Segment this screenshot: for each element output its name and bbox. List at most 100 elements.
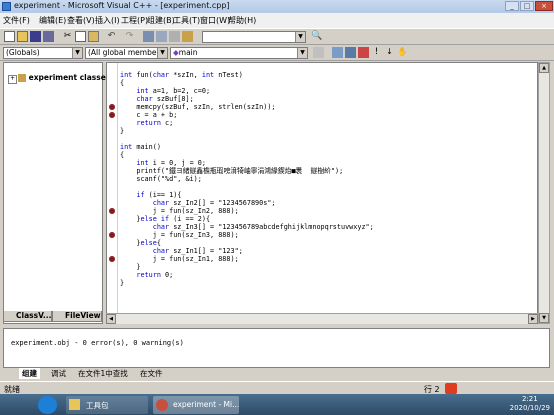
code-editor[interactable]: int fun(char *szIn, int nTest){ int a=1,… xyxy=(106,62,538,324)
breakpoint-icon[interactable] xyxy=(109,208,115,214)
code-token: j = fun(sz_In3, 888); xyxy=(120,231,239,239)
code-line[interactable]: return 0; xyxy=(120,271,173,279)
horizontal-scrollbar[interactable]: ◀ ▶ xyxy=(106,313,538,324)
stop-build-icon[interactable] xyxy=(358,47,369,58)
menu-project[interactable]: 工程(P) xyxy=(121,15,148,26)
scroll-left-icon[interactable]: ◀ xyxy=(106,314,116,324)
find-combo[interactable]: ▼ xyxy=(202,31,306,43)
code-line[interactable]: c = a + b; xyxy=(120,111,177,119)
standard-toolbar: ✂ ↶ ↷ ▼ 🔍 xyxy=(0,28,554,45)
redo-icon[interactable]: ↷ xyxy=(124,31,135,42)
go-icon[interactable]: ↓ xyxy=(384,47,395,58)
menu-edit[interactable]: 编辑(E) xyxy=(39,15,66,26)
system-clock[interactable]: 2:21 2020/10/29 xyxy=(510,395,550,413)
code-line[interactable]: char szBuf[8]; xyxy=(120,95,193,103)
expand-icon[interactable]: + xyxy=(8,75,17,84)
chevron-down-icon[interactable]: ▼ xyxy=(297,48,307,58)
build-icon[interactable] xyxy=(345,47,356,58)
breakpoint-icon[interactable] xyxy=(109,232,115,238)
ie-icon[interactable] xyxy=(38,396,57,414)
output-panel[interactable]: experiment.obj - 0 error(s), 0 warning(s… xyxy=(3,328,550,368)
minimize-button[interactable]: _ xyxy=(505,1,519,11)
code-line[interactable]: if (i== 1){ xyxy=(120,191,181,199)
vertical-scrollbar[interactable]: ▲ ▼ xyxy=(538,62,550,324)
tree-root[interactable]: experiment classes xyxy=(18,73,110,82)
tab-debug[interactable]: 调试 xyxy=(51,368,66,379)
code-line[interactable]: int i = 0, j = 0; xyxy=(120,159,206,167)
scroll-up-icon[interactable]: ▲ xyxy=(539,63,549,73)
output-window-icon[interactable] xyxy=(156,31,167,42)
chevron-down-icon[interactable]: ▼ xyxy=(72,48,82,58)
menu-view[interactable]: 查看(V) xyxy=(67,15,95,26)
code-line[interactable]: j = fun(sz_In2, 888); xyxy=(120,207,239,215)
members-combo[interactable]: (All global members ▼ xyxy=(85,47,168,59)
code-line[interactable]: return c; xyxy=(120,119,173,127)
menu-help[interactable]: 帮助(H) xyxy=(228,15,256,26)
code-line[interactable]: memcpy(szBuf, szIn, strlen(szIn)); xyxy=(120,103,275,111)
class-combo[interactable]: (Globals) ▼ xyxy=(3,47,83,59)
tab-build[interactable]: 组建 xyxy=(19,368,40,379)
code-line[interactable]: printf("鐵ヨ緒鐩鑫檐瓶瑕嗙湇犄岫寧涓鴻緣鍥炲■褁 鐩樹紒"); xyxy=(120,167,343,175)
open-folder-icon[interactable] xyxy=(17,31,28,42)
menu-tools[interactable]: 工具(T) xyxy=(173,15,200,26)
save-icon[interactable] xyxy=(30,31,41,42)
code-line[interactable]: { xyxy=(120,79,124,87)
code-line[interactable]: } xyxy=(120,127,124,135)
code-line[interactable]: } xyxy=(120,263,140,271)
code-line[interactable]: char sz_In3[] = "123456789abcdefghijklmn… xyxy=(120,223,374,231)
ime-icon[interactable] xyxy=(445,383,457,394)
scroll-right-icon[interactable]: ▶ xyxy=(528,314,538,324)
find-icon[interactable]: 🔍 xyxy=(311,31,322,42)
execute-icon[interactable]: ! xyxy=(371,47,382,58)
breakpoint-icon[interactable] xyxy=(109,112,115,118)
code-line[interactable]: int main() xyxy=(120,143,161,151)
menu-file[interactable]: 文件(F) xyxy=(3,15,30,26)
paste-icon[interactable] xyxy=(88,31,99,42)
cut-icon[interactable]: ✂ xyxy=(62,31,73,42)
wizard-action-icon[interactable] xyxy=(313,47,324,58)
workspace-icon[interactable] xyxy=(143,31,154,42)
code-line[interactable]: scanf("%d", &i); xyxy=(120,175,201,183)
taskbar-item-experiment[interactable]: experiment - Mi... xyxy=(153,396,239,414)
breakpoint-icon[interactable] xyxy=(109,104,115,110)
function-combo[interactable]: ◆main ▼ xyxy=(170,47,308,59)
code-line[interactable]: }else if (i == 2){ xyxy=(120,215,210,223)
keyword-token: int xyxy=(120,71,133,79)
title-bar[interactable]: experiment - Microsoft Visual C++ - [exp… xyxy=(0,0,554,13)
code-token: nTest) xyxy=(214,71,243,79)
find-in-files-icon[interactable] xyxy=(182,31,193,42)
menu-build[interactable]: 组建(B) xyxy=(147,15,175,26)
code-line[interactable]: }else{ xyxy=(120,239,161,247)
copy-icon[interactable] xyxy=(75,31,86,42)
new-file-icon[interactable] xyxy=(4,31,15,42)
code-line[interactable]: j = fun(sz_In1, 888); xyxy=(120,255,239,263)
code-line[interactable]: int fun(char *szIn, int nTest) xyxy=(120,71,243,79)
code-line[interactable]: char sz_In2[] = "1234567890s"; xyxy=(120,199,276,207)
taskbar-item-toolkit[interactable]: 工具包 xyxy=(66,396,148,414)
window-list-icon[interactable] xyxy=(169,31,180,42)
breakpoint-gutter[interactable] xyxy=(107,63,118,323)
tab-fileview[interactable]: FileView xyxy=(52,311,102,322)
undo-icon[interactable]: ↶ xyxy=(106,31,117,42)
code-line[interactable]: { xyxy=(120,151,124,159)
hand-icon[interactable]: ✋ xyxy=(397,47,408,58)
code-line[interactable]: int a=1, b=2, c=0; xyxy=(120,87,210,95)
chevron-down-icon[interactable]: ▼ xyxy=(157,48,167,58)
close-button[interactable]: × xyxy=(535,1,553,11)
code-token: { xyxy=(120,79,125,87)
menu-window[interactable]: 窗口(W) xyxy=(200,15,230,26)
tab-find-in-files-2[interactable]: 在文件 xyxy=(140,368,163,379)
code-line[interactable]: j = fun(sz_In3, 888); xyxy=(120,231,239,239)
tab-classview[interactable]: ClassV... xyxy=(3,311,52,322)
scroll-down-icon[interactable]: ▼ xyxy=(539,313,549,323)
tab-find-in-files-1[interactable]: 在文件1中查找 xyxy=(78,368,128,379)
save-all-icon[interactable] xyxy=(43,31,54,42)
code-line[interactable]: char sz_In1[] = "123"; xyxy=(120,247,243,255)
code-line[interactable]: } xyxy=(120,279,124,287)
compile-icon[interactable] xyxy=(332,47,343,58)
maximize-button[interactable]: □ xyxy=(520,1,534,11)
menu-insert[interactable]: 插入(I) xyxy=(95,15,120,26)
breakpoint-icon[interactable] xyxy=(109,256,115,262)
chevron-down-icon[interactable]: ▼ xyxy=(295,32,305,42)
